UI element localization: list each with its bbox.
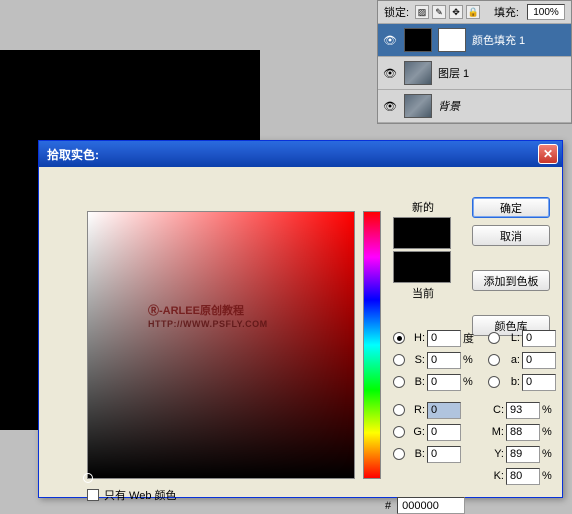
input-g[interactable] <box>427 424 461 441</box>
label-s: S: <box>409 354 425 366</box>
dialog-body: Ⓡ-ARLEE原创教程 HTTP://WWW.PSFLY.COM 新的 当前 确… <box>39 167 562 497</box>
new-label: 新的 <box>393 199 453 215</box>
close-button[interactable]: ✕ <box>538 144 558 164</box>
label-l: L: <box>504 332 520 344</box>
layer-row-background[interactable]: 👁 背景 <box>378 90 571 123</box>
label-h: H: <box>409 332 425 344</box>
layer-label: 颜色填充 1 <box>472 32 525 48</box>
radio-r[interactable] <box>393 404 405 416</box>
cancel-button[interactable]: 取消 <box>472 225 550 246</box>
label-k: K: <box>488 470 504 482</box>
radio-g[interactable] <box>393 426 405 438</box>
add-swatch-button[interactable]: 添加到色板 <box>472 270 550 291</box>
unit-m: % <box>542 426 556 438</box>
layer-thumb[interactable] <box>404 28 432 52</box>
layers-panel: 锁定: ▨ ✎ ✥ 🔒 填充: 👁 颜色填充 1 👁 图层 1 👁 背景 <box>377 0 572 124</box>
color-fields: H: 度 S: % B: % R: <box>393 327 563 465</box>
input-a[interactable] <box>522 352 556 369</box>
radio-s[interactable] <box>393 354 405 366</box>
eye-icon[interactable]: 👁 <box>382 66 398 80</box>
label-b: b: <box>504 376 520 388</box>
button-column: 确定 取消 添加到色板 颜色库 <box>472 197 550 336</box>
unit-s: % <box>463 354 477 366</box>
dialog-title: 拾取实色: <box>47 146 99 163</box>
layer-label: 背景 <box>438 98 460 114</box>
eye-icon[interactable]: 👁 <box>382 99 398 113</box>
input-r[interactable] <box>427 402 461 419</box>
hex-row: # <box>385 497 465 514</box>
label-r: R: <box>409 404 425 416</box>
current-label: 当前 <box>393 285 453 301</box>
hex-input[interactable] <box>397 497 465 514</box>
color-field[interactable]: Ⓡ-ARLEE原创教程 HTTP://WWW.PSFLY.COM <box>87 211 355 479</box>
layer-thumb[interactable] <box>404 61 432 85</box>
layer-mask-thumb[interactable] <box>438 28 466 52</box>
layer-row-layer1[interactable]: 👁 图层 1 <box>378 57 571 90</box>
radio-h[interactable] <box>393 332 405 344</box>
label-bv: B: <box>409 376 425 388</box>
lock-transparent-icon[interactable]: ▨ <box>415 5 429 19</box>
input-c[interactable] <box>506 402 540 419</box>
radio-a[interactable] <box>488 354 500 366</box>
input-k[interactable] <box>506 468 540 485</box>
layer-row-color-fill[interactable]: 👁 颜色填充 1 <box>378 24 571 57</box>
layer-thumb[interactable] <box>404 94 432 118</box>
layer-label: 图层 1 <box>438 65 469 81</box>
new-color-swatch <box>393 217 451 249</box>
watermark: Ⓡ-ARLEE原创教程 HTTP://WWW.PSFLY.COM <box>148 302 268 329</box>
radio-l[interactable] <box>488 332 500 344</box>
hue-slider[interactable] <box>363 211 381 479</box>
lock-row: 锁定: ▨ ✎ ✥ 🔒 填充: <box>378 1 571 24</box>
fill-input[interactable] <box>527 4 565 20</box>
label-g: G: <box>409 426 425 438</box>
input-h[interactable] <box>427 330 461 347</box>
lock-all-icon[interactable]: 🔒 <box>466 5 480 19</box>
input-l[interactable] <box>522 330 556 347</box>
label-a: a: <box>504 354 520 366</box>
input-bb[interactable] <box>427 446 461 463</box>
ok-button[interactable]: 确定 <box>472 197 550 218</box>
color-picker-dialog: 拾取实色: ✕ Ⓡ-ARLEE原创教程 HTTP://WWW.PSFLY.COM… <box>38 140 563 498</box>
radio-bb[interactable] <box>393 448 405 460</box>
input-m[interactable] <box>506 424 540 441</box>
unit-bv: % <box>463 376 477 388</box>
fill-label: 填充: <box>494 4 519 20</box>
input-y[interactable] <box>506 446 540 463</box>
lock-position-icon[interactable]: ✥ <box>449 5 463 19</box>
swatch-block: 新的 当前 <box>393 199 453 301</box>
lock-image-icon[interactable]: ✎ <box>432 5 446 19</box>
titlebar[interactable]: 拾取实色: ✕ <box>39 141 562 167</box>
current-color-swatch <box>393 251 451 283</box>
unit-y: % <box>542 448 556 460</box>
hex-label: # <box>385 500 391 512</box>
radio-b[interactable] <box>488 376 500 388</box>
input-bv[interactable] <box>427 374 461 391</box>
unit-h: 度 <box>463 330 477 346</box>
lock-label: 锁定: <box>384 4 409 20</box>
web-only-checkbox[interactable] <box>87 489 99 501</box>
label-m: M: <box>488 426 504 438</box>
color-field-marker <box>83 473 93 483</box>
input-s[interactable] <box>427 352 461 369</box>
label-bb: B: <box>409 448 425 460</box>
label-c: C: <box>488 404 504 416</box>
unit-k: % <box>542 470 556 482</box>
input-b[interactable] <box>522 374 556 391</box>
eye-icon[interactable]: 👁 <box>382 33 398 47</box>
label-y: Y: <box>488 448 504 460</box>
radio-bv[interactable] <box>393 376 405 388</box>
unit-c: % <box>542 404 556 416</box>
